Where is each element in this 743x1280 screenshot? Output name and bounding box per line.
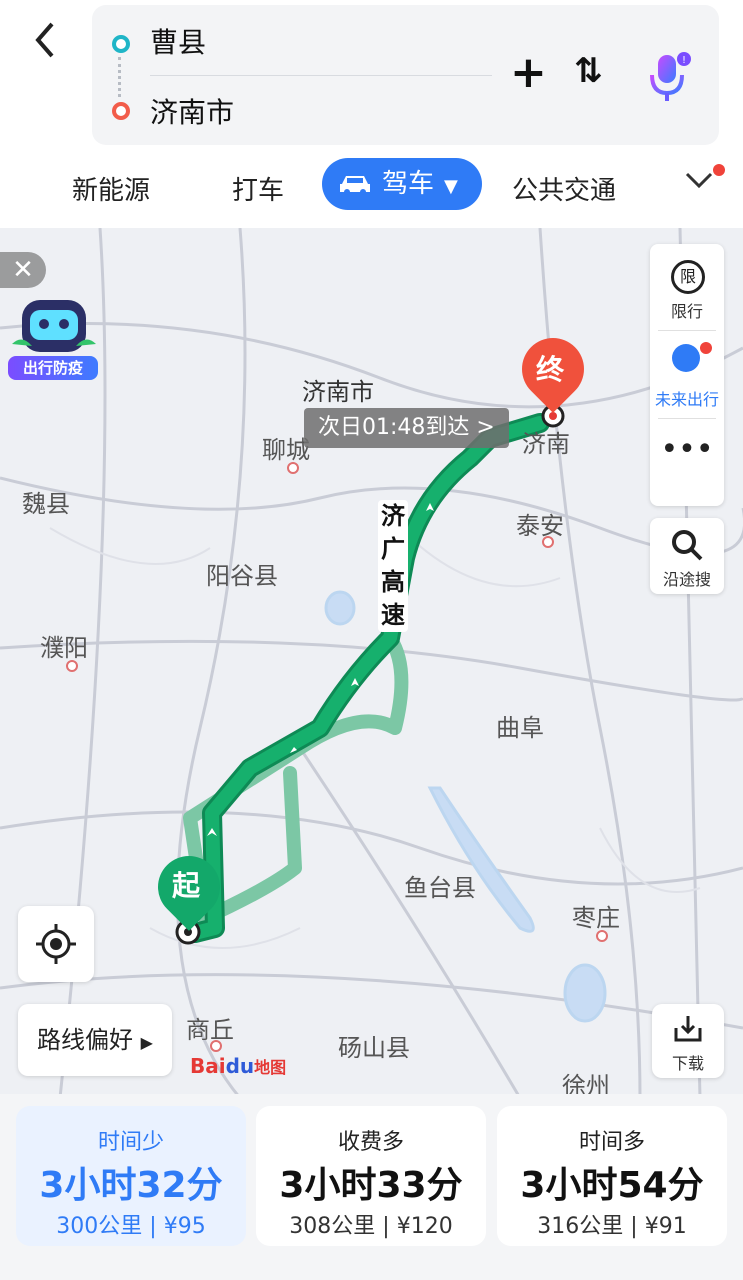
voice-assistant-icon[interactable]: !	[648, 51, 691, 101]
red-dot-badge	[700, 342, 712, 354]
crosshair-icon	[36, 924, 76, 964]
road-name-label: 济广高速	[378, 500, 408, 632]
start-marker-label: 起	[172, 869, 201, 902]
search-along-button[interactable]: 沿途搜	[650, 518, 724, 594]
origin-field[interactable]: 曹县	[150, 21, 206, 61]
place-label: 济南	[522, 430, 570, 458]
download-button[interactable]: 下载	[652, 1004, 724, 1078]
route-distance-price: 316公里 | ¥91	[537, 1214, 687, 1239]
route-title: 时间少	[97, 1130, 164, 1155]
traffic-limit-label[interactable]: 限行	[650, 298, 724, 322]
place-label: 濮阳	[40, 634, 88, 662]
origin-dot-icon	[112, 35, 130, 53]
traffic-limit-icon[interactable]: 限	[671, 260, 705, 294]
route-card[interactable]: 时间多 3小时54分 316公里 | ¥91	[497, 1106, 727, 1246]
tab-taxi[interactable]: 打车	[232, 170, 284, 207]
plus-icon[interactable]: +	[510, 45, 547, 101]
route-input-box: 曹县 济南市 + ⇅ !	[92, 5, 719, 145]
tab-drive[interactable]: 驾车 ▼	[322, 158, 482, 210]
place-label: 鱼台县	[404, 874, 476, 902]
place-label: 曲阜	[496, 714, 544, 742]
route-header: 曹县 济南市 + ⇅ ! 新能源 打车 驾车 ▼ 公共交通	[0, 0, 743, 228]
baidu-logo: Baidu地图	[190, 1054, 287, 1078]
destination-dot-icon	[112, 102, 130, 120]
eta-label[interactable]: 次日01:48到达 >	[304, 408, 509, 448]
city-dot-icon	[542, 536, 554, 548]
route-title: 时间多	[578, 1130, 645, 1155]
route-distance-price: 300公里 | ¥95	[56, 1214, 206, 1239]
transport-tabs: 新能源 打车 驾车 ▼ 公共交通	[0, 158, 743, 218]
search-along-label: 沿途搜	[662, 570, 711, 589]
tab-public-transit[interactable]: 公共交通	[512, 170, 616, 207]
city-dot-icon	[596, 930, 608, 942]
caret-down-icon: ▼	[444, 176, 458, 197]
route-distance-price: 308公里 | ¥120	[289, 1214, 453, 1239]
city-dot-icon	[287, 462, 299, 474]
map-roads	[0, 228, 743, 1098]
notification-badge	[713, 164, 725, 176]
place-label: 商丘	[186, 1016, 234, 1044]
download-icon	[674, 1016, 702, 1042]
route-card[interactable]: 收费多 3小时33分 308公里 | ¥120	[256, 1106, 486, 1246]
connector-line	[118, 57, 123, 97]
destination-marker-label: 终	[536, 353, 565, 386]
swap-icon[interactable]: ⇅	[574, 51, 603, 91]
divider	[658, 330, 716, 331]
place-label: 泰安	[516, 512, 564, 540]
play-arrow-icon: ▶	[140, 1033, 153, 1052]
map-canvas[interactable]: 济南市 济南 聊城 魏县 泰安 阳谷县 濮阳 曲阜 鱼台县 枣庄 商丘 砀山县 …	[0, 228, 743, 1098]
route-options: 时间少 3小时32分 300公里 | ¥95 收费多 3小时33分 308公里 …	[0, 1094, 743, 1280]
destination-field[interactable]: 济南市	[150, 91, 234, 131]
search-icon	[672, 530, 703, 561]
destination-city-label: 济南市	[302, 378, 374, 406]
promo-label: 出行防疫	[8, 356, 98, 380]
city-dot-icon	[210, 1040, 222, 1052]
chevron-down-icon[interactable]	[684, 166, 714, 199]
route-preference-button[interactable]: 路线偏好 ▶	[18, 1004, 172, 1076]
tab-drive-label: 驾车	[382, 169, 435, 199]
download-label: 下载	[671, 1054, 704, 1073]
close-icon[interactable]: ✕	[0, 252, 46, 288]
back-icon[interactable]	[30, 18, 70, 66]
place-label: 魏县	[22, 490, 70, 518]
future-travel-label[interactable]: 未来出行	[650, 386, 724, 410]
place-label: 阳谷县	[206, 562, 278, 590]
route-time: 3小时32分	[39, 1165, 223, 1206]
clock-icon[interactable]	[672, 344, 700, 372]
route-time: 3小时54分	[520, 1165, 704, 1206]
locate-me-button[interactable]	[18, 906, 94, 982]
city-dot-icon	[66, 660, 78, 672]
divider	[150, 75, 492, 76]
route-time: 3小时33分	[279, 1165, 463, 1206]
svg-text:!: !	[682, 55, 686, 66]
tab-new-energy[interactable]: 新能源	[72, 170, 150, 207]
place-label: 砀山县	[338, 1034, 410, 1062]
route-preference-label: 路线偏好	[37, 1026, 134, 1054]
route-card[interactable]: 时间少 3小时32分 300公里 | ¥95	[16, 1106, 246, 1246]
route-title: 收费多	[337, 1130, 404, 1155]
place-label: 枣庄	[572, 904, 620, 932]
side-toolbar: 限 限行 未来出行 •••	[650, 244, 724, 506]
place-label: 聊城	[262, 436, 310, 464]
car-icon	[340, 176, 370, 195]
more-icon[interactable]: •••	[650, 435, 724, 465]
divider	[658, 418, 716, 419]
